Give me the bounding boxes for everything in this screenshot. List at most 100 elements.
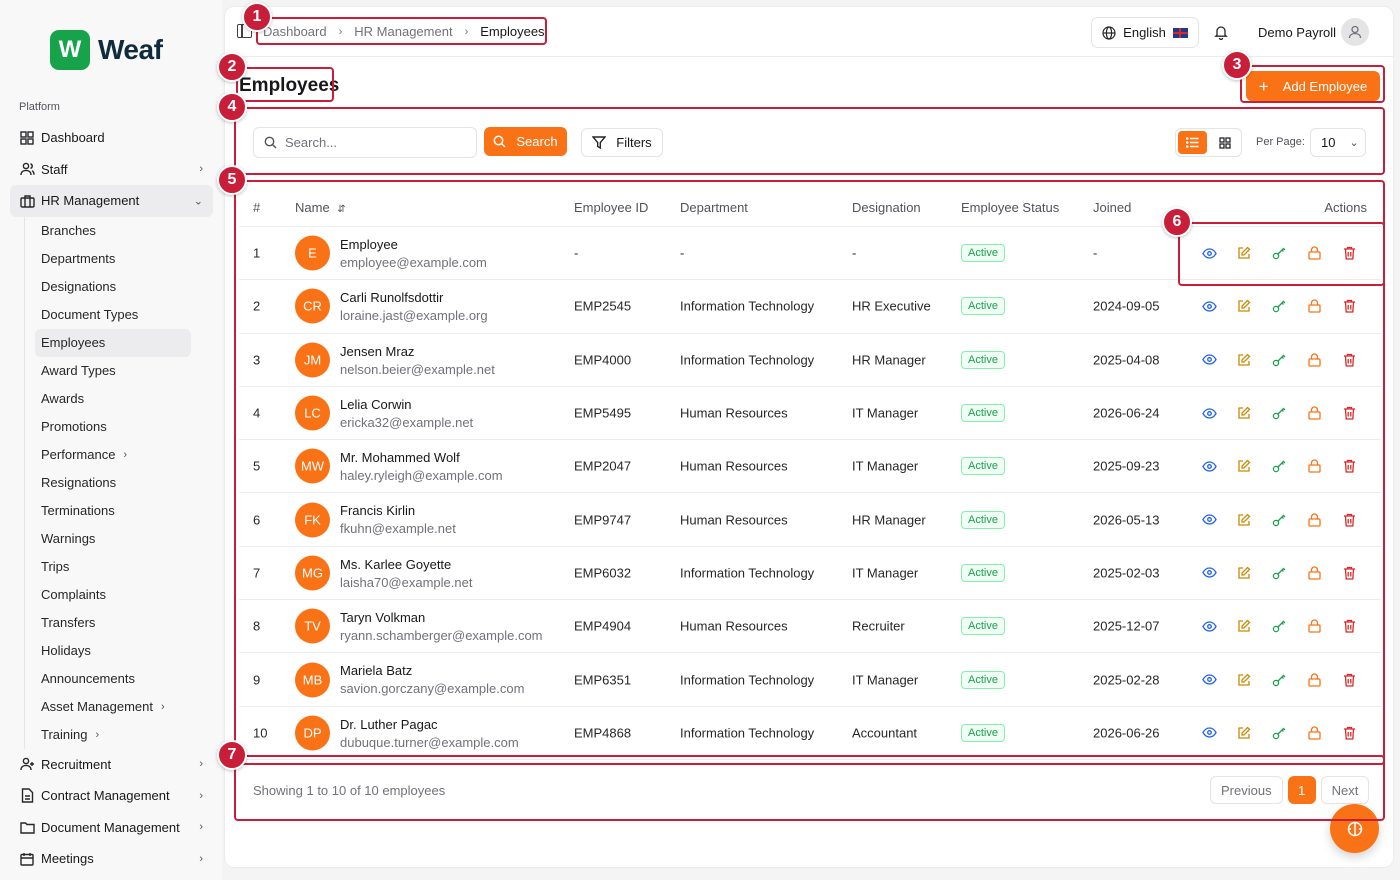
view-button[interactable]	[1201, 352, 1217, 368]
sidebar-subitem-designations[interactable]: Designations	[35, 273, 191, 301]
employee-name[interactable]: Jensen Mraz	[340, 344, 495, 359]
previous-page-button[interactable]: Previous	[1210, 776, 1283, 804]
next-page-button[interactable]: Next	[1320, 776, 1370, 804]
sidebar-subitem-awards[interactable]: Awards	[35, 385, 191, 413]
floating-help-button[interactable]	[1330, 804, 1379, 853]
sidebar-item-document-management[interactable]: Document Management ›	[10, 812, 213, 844]
reset-password-button[interactable]	[1271, 298, 1287, 314]
sidebar-subitem-branches[interactable]: Branches	[35, 217, 191, 245]
edit-button[interactable]	[1236, 245, 1252, 261]
delete-button[interactable]	[1341, 725, 1357, 741]
view-button[interactable]	[1201, 512, 1217, 528]
edit-button[interactable]	[1236, 618, 1252, 634]
sidebar-item-hr-management[interactable]: HR Management ⌄	[10, 185, 213, 217]
employee-name[interactable]: Dr. Luther Pagac	[340, 717, 519, 732]
sidebar-subitem-departments[interactable]: Departments	[35, 245, 191, 273]
sidebar-subitem-performance[interactable]: Performance ›	[35, 441, 191, 469]
reset-password-button[interactable]	[1271, 618, 1287, 634]
sidebar-subitem-promotions[interactable]: Promotions	[35, 413, 191, 441]
sidebar-subitem-warnings[interactable]: Warnings	[35, 525, 191, 553]
view-button[interactable]	[1201, 618, 1217, 634]
edit-button[interactable]	[1236, 298, 1252, 314]
reset-password-button[interactable]	[1271, 405, 1287, 421]
reset-password-button[interactable]	[1271, 725, 1287, 741]
breadcrumb-hr-management[interactable]: HR Management	[354, 24, 452, 39]
view-button[interactable]	[1201, 405, 1217, 421]
column-header-name[interactable]: Name ⇵	[295, 200, 346, 215]
brand-logo[interactable]: W Weaf	[50, 30, 163, 70]
list-view-button[interactable]	[1178, 131, 1207, 154]
employee-name[interactable]: Taryn Volkman	[340, 610, 543, 625]
sidebar-item-dashboard[interactable]: Dashboard	[10, 122, 213, 154]
edit-button[interactable]	[1236, 405, 1252, 421]
view-button[interactable]	[1201, 458, 1217, 474]
view-button[interactable]	[1201, 298, 1217, 314]
grid-view-button[interactable]	[1211, 131, 1240, 154]
lock-button[interactable]	[1306, 298, 1322, 314]
edit-button[interactable]	[1236, 725, 1252, 741]
employee-name[interactable]: Mariela Batz	[340, 663, 524, 678]
lock-button[interactable]	[1306, 512, 1322, 528]
language-selector[interactable]: English	[1091, 17, 1199, 48]
user-name[interactable]: Demo Payroll	[1258, 25, 1336, 40]
delete-button[interactable]	[1341, 565, 1357, 581]
edit-button[interactable]	[1236, 458, 1252, 474]
delete-button[interactable]	[1341, 618, 1357, 634]
user-avatar[interactable]	[1341, 18, 1369, 46]
sidebar-subitem-terminations[interactable]: Terminations	[35, 497, 191, 525]
search-input[interactable]	[285, 135, 455, 150]
lock-button[interactable]	[1306, 672, 1322, 688]
filters-button[interactable]: Filters	[581, 128, 663, 157]
reset-password-button[interactable]	[1271, 352, 1287, 368]
edit-button[interactable]	[1236, 672, 1252, 688]
view-button[interactable]	[1201, 245, 1217, 261]
lock-button[interactable]	[1306, 458, 1322, 474]
lock-button[interactable]	[1306, 565, 1322, 581]
lock-button[interactable]	[1306, 245, 1322, 261]
lock-button[interactable]	[1306, 725, 1322, 741]
employee-name[interactable]: Lelia Corwin	[340, 397, 473, 412]
sidebar-subitem-complaints[interactable]: Complaints	[35, 581, 191, 609]
view-button[interactable]	[1201, 565, 1217, 581]
sidebar-subitem-trips[interactable]: Trips	[35, 553, 191, 581]
search-button[interactable]: Search	[484, 127, 567, 156]
edit-button[interactable]	[1236, 565, 1252, 581]
employee-name[interactable]: Francis Kirlin	[340, 503, 456, 518]
per-page-select[interactable]: 10 ⌄	[1310, 128, 1366, 157]
sidebar-subitem-transfers[interactable]: Transfers	[35, 609, 191, 637]
sidebar-subitem-resignations[interactable]: Resignations	[35, 469, 191, 497]
employee-name[interactable]: Mr. Mohammed Wolf	[340, 450, 503, 465]
reset-password-button[interactable]	[1271, 512, 1287, 528]
sidebar-item-recruitment[interactable]: Recruitment ›	[10, 749, 213, 781]
bell-icon[interactable]	[1213, 24, 1229, 40]
reset-password-button[interactable]	[1271, 565, 1287, 581]
reset-password-button[interactable]	[1271, 672, 1287, 688]
sidebar-subitem-holidays[interactable]: Holidays	[35, 637, 191, 665]
lock-button[interactable]	[1306, 618, 1322, 634]
employee-name[interactable]: Ms. Karlee Goyette	[340, 557, 472, 572]
delete-button[interactable]	[1341, 458, 1357, 474]
delete-button[interactable]	[1341, 245, 1357, 261]
delete-button[interactable]	[1341, 405, 1357, 421]
delete-button[interactable]	[1341, 298, 1357, 314]
sidebar-subitem-document-types[interactable]: Document Types	[35, 301, 191, 329]
employee-name[interactable]: Carli Runolfsdottir	[340, 290, 488, 305]
delete-button[interactable]	[1341, 352, 1357, 368]
sidebar-subitem-award-types[interactable]: Award Types	[35, 357, 191, 385]
reset-password-button[interactable]	[1271, 458, 1287, 474]
edit-button[interactable]	[1236, 512, 1252, 528]
lock-button[interactable]	[1306, 405, 1322, 421]
delete-button[interactable]	[1341, 672, 1357, 688]
sidebar-item-meetings[interactable]: Meetings ›	[10, 843, 213, 875]
sidebar-subitem-employees[interactable]: Employees	[35, 328, 191, 357]
sidebar-subitem-training[interactable]: Training ›	[35, 721, 191, 749]
add-employee-button[interactable]: + Add Employee	[1246, 71, 1380, 101]
employee-name[interactable]: Employee	[340, 237, 487, 252]
sidebar-subitem-announcements[interactable]: Announcements	[35, 665, 191, 693]
sidebar-subitem-asset-management[interactable]: Asset Management ›	[35, 693, 191, 721]
breadcrumb-dashboard[interactable]: Dashboard	[263, 24, 327, 39]
edit-button[interactable]	[1236, 352, 1252, 368]
reset-password-button[interactable]	[1271, 245, 1287, 261]
delete-button[interactable]	[1341, 512, 1357, 528]
page-button-current[interactable]: 1	[1287, 776, 1316, 804]
